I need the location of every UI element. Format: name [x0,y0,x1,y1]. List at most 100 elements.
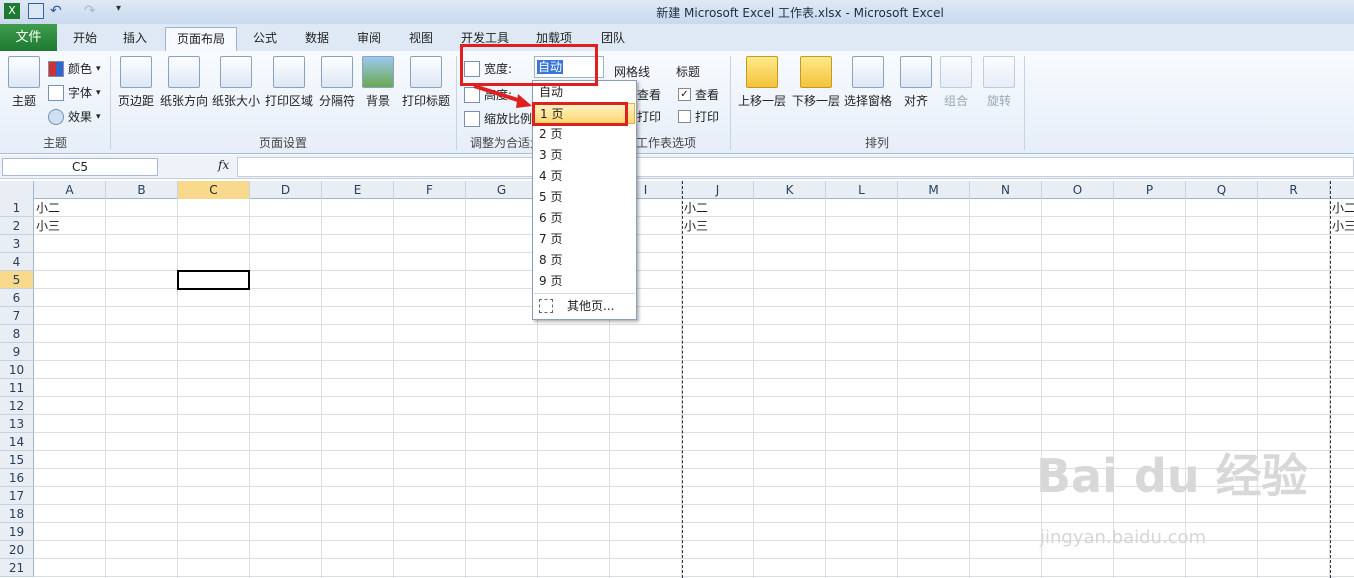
column-header-c[interactable]: C [178,181,250,199]
cell-s2[interactable]: 小三 [1332,217,1354,235]
excel-logo-icon[interactable]: X [4,3,20,19]
headings-view-checkbox[interactable]: ✓ 查看 [678,86,719,103]
column-header-p[interactable]: P [1114,181,1186,199]
themes-button[interactable]: 主题 [6,56,42,109]
group-objects-button[interactable]: 组合 [940,56,972,109]
row-header-1[interactable]: 1 [0,199,34,217]
tab-file[interactable]: 文件 [0,24,57,51]
row-header-19[interactable]: 19 [0,523,34,541]
effects-label: 效果 [68,110,93,124]
row-header-21[interactable]: 21 [0,559,34,577]
row-header-13[interactable]: 13 [0,415,34,433]
highlight-box-width [460,44,598,86]
effects-button[interactable]: 效果 ▾ [48,108,101,125]
align-button[interactable]: 对齐 [900,56,932,109]
cell-s1[interactable]: 小二 [1332,199,1354,217]
row-header-15[interactable]: 15 [0,451,34,469]
dropdown-item-4-pages[interactable]: 4 页 [534,166,635,187]
dropdown-item-more-pages[interactable]: 其他页... [567,297,614,314]
margins-icon [120,56,152,88]
column-header-e[interactable]: E [322,181,394,199]
orientation-button[interactable]: 纸张方向 [160,56,208,109]
dropdown-item-5-pages[interactable]: 5 页 [534,187,635,208]
selection-pane-button[interactable]: 选择窗格 [842,56,894,109]
dropdown-item-8-pages[interactable]: 8 页 [534,250,635,271]
row-header-17[interactable]: 17 [0,487,34,505]
column-header-l[interactable]: L [826,181,898,199]
row-header-4[interactable]: 4 [0,253,34,271]
print-titles-button[interactable]: 打印标题 [400,56,452,109]
tab-home[interactable]: 开始 [62,27,108,51]
gridlines-view-label[interactable]: 查看 [637,86,661,103]
fonts-button[interactable]: 字体 ▾ [48,84,101,101]
print-area-button[interactable]: 打印区域 [264,56,314,109]
dropdown-item-2-pages[interactable]: 2 页 [534,124,635,145]
group-label-sheet-options: 工作表选项 [636,136,697,150]
column-header-a[interactable]: A [34,181,106,199]
column-header-b[interactable]: B [106,181,178,199]
send-backward-button[interactable]: 下移一层 [790,56,842,109]
row-header-20[interactable]: 20 [0,541,34,559]
cell-j1[interactable]: 小二 [684,199,708,217]
breaks-button[interactable]: 分隔符 [318,56,356,109]
row-header-12[interactable]: 12 [0,397,34,415]
dropdown-item-9-pages[interactable]: 9 页 [534,271,635,292]
send-backward-label: 下移一层 [791,94,840,108]
select-all-corner[interactable] [0,181,34,199]
row-header-2[interactable]: 2 [0,217,34,235]
cell-a2[interactable]: 小三 [36,217,60,235]
customize-qat-icon[interactable]: ▾ [116,3,132,19]
row-header-9[interactable]: 9 [0,343,34,361]
cell-j2[interactable]: 小三 [684,217,708,235]
column-header-k[interactable]: K [754,181,826,199]
dropdown-item-7-pages[interactable]: 7 页 [534,229,635,250]
formula-input[interactable] [237,157,1354,177]
row-header-10[interactable]: 10 [0,361,34,379]
row-header-5[interactable]: 5 [0,271,34,289]
dropdown-item-3-pages[interactable]: 3 页 [534,145,635,166]
tab-page-layout[interactable]: 页面布局 [165,27,237,51]
headings-print-checkbox[interactable]: 打印 [678,108,719,125]
column-header-d[interactable]: D [250,181,322,199]
scale-control[interactable]: 缩放比例 [464,110,532,127]
insert-function-icon[interactable]: fx [218,158,229,172]
column-header-j[interactable]: J [682,181,754,199]
row-header-16[interactable]: 16 [0,469,34,487]
row-header-3[interactable]: 3 [0,235,34,253]
tab-review[interactable]: 审阅 [346,27,392,51]
row-header-7[interactable]: 7 [0,307,34,325]
colors-button[interactable]: 颜色 ▾ [48,60,101,77]
row-header-8[interactable]: 8 [0,325,34,343]
row-header-18[interactable]: 18 [0,505,34,523]
column-header-n[interactable]: N [970,181,1042,199]
column-header-r[interactable]: R [1258,181,1330,199]
watermark-url: jingyan.baidu.com [1040,527,1207,548]
redo-icon[interactable]: ↷ [84,3,100,19]
tab-view[interactable]: 视图 [398,27,444,51]
column-header-o[interactable]: O [1042,181,1114,199]
row-header-11[interactable]: 11 [0,379,34,397]
column-header-f[interactable]: F [394,181,466,199]
size-button[interactable]: 纸张大小 [212,56,260,109]
row-header-6[interactable]: 6 [0,289,34,307]
margins-label: 页边距 [117,94,154,108]
row-header-14[interactable]: 14 [0,433,34,451]
undo-icon[interactable]: ↶ [50,3,66,19]
save-icon[interactable] [28,3,44,19]
column-header-m[interactable]: M [898,181,970,199]
dropdown-item-6-pages[interactable]: 6 页 [534,208,635,229]
cell-a1[interactable]: 小二 [36,199,60,217]
gridlines-print-label[interactable]: 打印 [637,108,661,125]
rotate-button[interactable]: 旋转 [982,56,1016,109]
column-header-q[interactable]: Q [1186,181,1258,199]
bring-forward-button[interactable]: 上移一层 [736,56,788,109]
scale-label: 缩放比例 [484,112,533,126]
margins-button[interactable]: 页边距 [114,56,158,109]
tab-formulas[interactable]: 公式 [242,27,288,51]
tab-insert[interactable]: 插入 [112,27,158,51]
tab-data[interactable]: 数据 [294,27,340,51]
background-button[interactable]: 背景 [362,56,394,109]
active-cell-c5[interactable] [177,270,250,290]
column-header-g[interactable]: G [466,181,538,199]
name-box[interactable]: C5 [2,158,158,176]
